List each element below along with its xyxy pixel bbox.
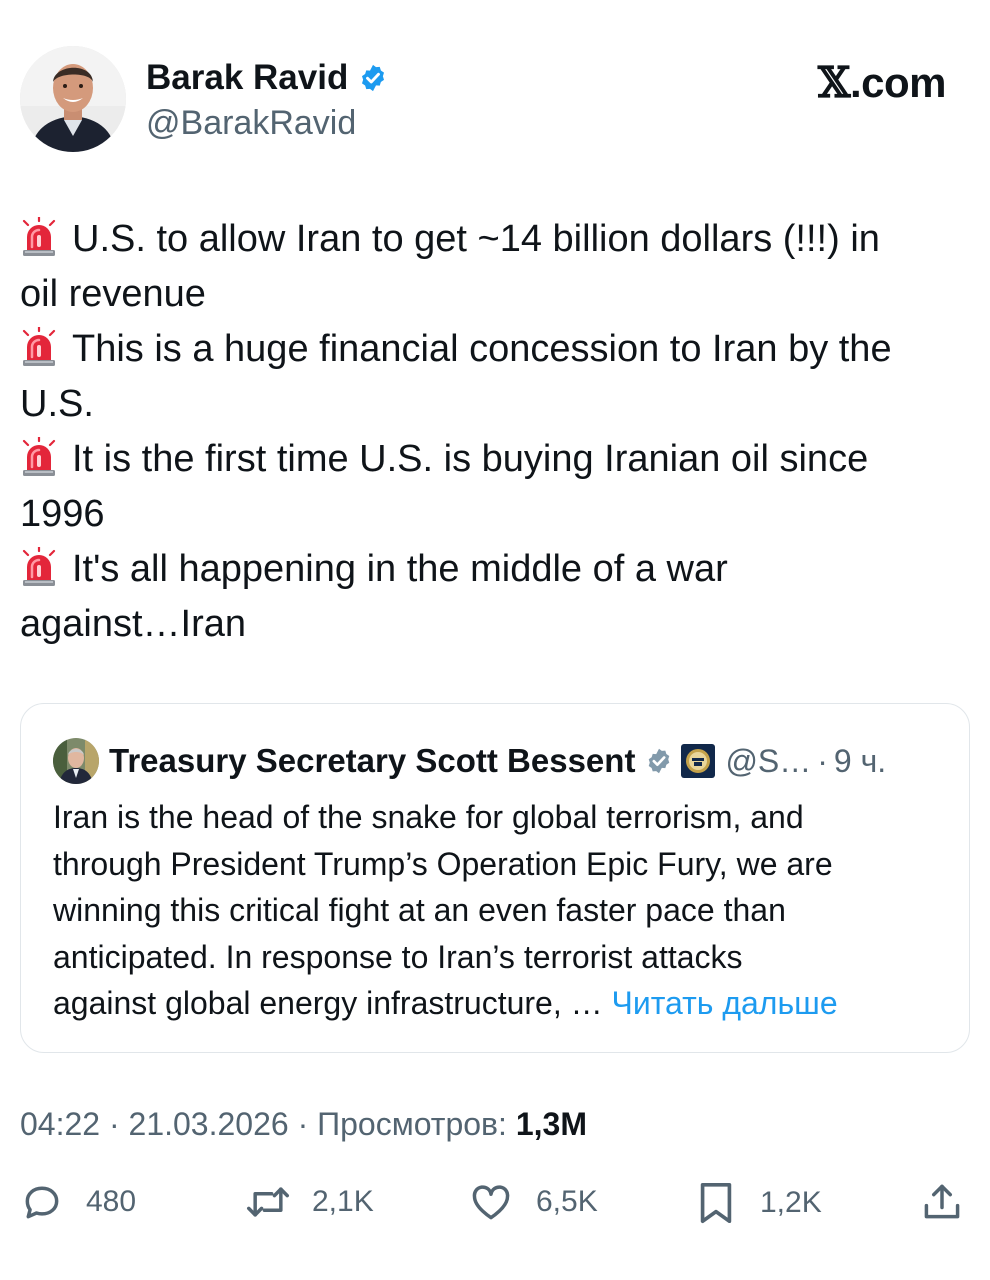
brand-domain: .com bbox=[849, 59, 947, 106]
reply-icon bbox=[25, 1186, 59, 1219]
siren-icon bbox=[20, 325, 58, 367]
treasury-seal-icon[interactable] bbox=[681, 744, 716, 778]
meta-separator: · bbox=[297, 1106, 309, 1142]
tweet-time[interactable]: 04:22 bbox=[20, 1106, 100, 1142]
tweet-line: It is the first time U.S. is buying Iran… bbox=[20, 432, 960, 487]
bookmark-button[interactable]: 1,2K bbox=[696, 1180, 822, 1226]
quoted-tweet-line-text: anticipated. In response to Iran’s terro… bbox=[53, 938, 743, 975]
quoted-tweet-line: anticipated. In response to Iran’s terro… bbox=[53, 934, 943, 981]
author-avatar[interactable] bbox=[20, 46, 126, 152]
share-icon bbox=[924, 1184, 960, 1219]
meta-separator: · bbox=[108, 1106, 120, 1142]
quoted-tweet-line: against global energy infrastructure, … … bbox=[53, 980, 943, 1027]
bookmark-icon bbox=[700, 1182, 732, 1224]
quoted-author-handle[interactable]: @S… bbox=[725, 743, 811, 780]
quoted-tweet-line-text: winning this critical fight at an even f… bbox=[53, 892, 786, 928]
tweet-line: against…Iran bbox=[20, 597, 960, 652]
heart-icon bbox=[472, 1185, 510, 1220]
author-name[interactable]: Barak Ravid bbox=[146, 58, 348, 98]
quoted-author-avatar[interactable] bbox=[53, 738, 99, 784]
retweet-icon bbox=[247, 1187, 289, 1217]
verified-badge-icon[interactable] bbox=[358, 63, 388, 93]
tweet-line: This is a huge financial concession to I… bbox=[20, 322, 960, 377]
tweet-line: U.S. to allow Iran to get ~14 billion do… bbox=[20, 212, 960, 267]
tweet-line: oil revenue bbox=[20, 267, 960, 322]
tweet-line-text: oil revenue bbox=[20, 273, 206, 315]
tweet-text: U.S. to allow Iran to get ~14 billion do… bbox=[20, 212, 960, 652]
tweet-line-text: It's all happening in the middle of a wa… bbox=[72, 548, 728, 590]
tweet-line-text: against…Iran bbox=[20, 603, 247, 645]
share-button[interactable] bbox=[920, 1180, 964, 1224]
tweet-date[interactable]: 21.03.2026 bbox=[129, 1106, 289, 1142]
quoted-tweet-text: Iran is the head of the snake for global… bbox=[53, 794, 943, 1027]
quoted-tweet-line-text: through President Trump’s Operation Epic… bbox=[53, 845, 833, 882]
siren-icon bbox=[20, 545, 58, 587]
x-logo-icon: 𝕏 bbox=[817, 58, 851, 107]
tweet-line-text: U.S. to allow Iran to get ~14 billion do… bbox=[72, 218, 880, 260]
author-name-row: Barak Ravid bbox=[146, 58, 388, 98]
tweet-action-bar: 480 2,1K 6,5K 1,2K bbox=[20, 1180, 970, 1230]
tweet-line-text: It is the first time U.S. is buying Iran… bbox=[72, 438, 869, 480]
like-count: 6,5K bbox=[536, 1185, 598, 1218]
tweet-header: Barak Ravid @BarakRavid 𝕏.com bbox=[20, 46, 970, 156]
gray-verified-badge-icon bbox=[645, 747, 673, 775]
like-button[interactable]: 6,5K bbox=[468, 1180, 598, 1224]
quoted-tweet-time[interactable]: 9 ч. bbox=[834, 743, 886, 780]
read-more-link[interactable]: Читать дальше bbox=[612, 985, 838, 1021]
retweet-button[interactable]: 2,1K bbox=[244, 1180, 374, 1224]
tweet-line-text: 1996 bbox=[20, 493, 105, 535]
quoted-tweet-line: Iran is the head of the snake for global… bbox=[53, 794, 943, 841]
views-label: Просмотров: bbox=[317, 1106, 507, 1142]
author-handle[interactable]: @BarakRavid bbox=[146, 104, 356, 143]
quoted-tweet-line: through President Trump’s Operation Epic… bbox=[53, 841, 943, 888]
quoted-tweet-card[interactable]: Treasury Secretary Scott Bessent @S… · 9 bbox=[20, 703, 970, 1053]
quoted-tweet-line: winning this critical fight at an even f… bbox=[53, 887, 943, 934]
quoted-author-name[interactable]: Treasury Secretary Scott Bessent bbox=[109, 742, 635, 780]
x-com-logo: 𝕏.com bbox=[817, 58, 947, 107]
quoted-tweet-line-text: against global energy infrastructure, … bbox=[53, 985, 603, 1021]
tweet-line: 1996 bbox=[20, 487, 960, 542]
siren-icon bbox=[20, 215, 58, 257]
tweet-line-text: This is a huge financial concession to I… bbox=[72, 328, 892, 370]
meta-separator: · bbox=[817, 742, 828, 779]
siren-icon bbox=[20, 435, 58, 477]
quoted-tweet-line-text: Iran is the head of the snake for global… bbox=[53, 799, 804, 835]
quoted-tweet-header: Treasury Secretary Scott Bessent @S… · 9 bbox=[53, 738, 886, 784]
bookmark-count: 1,2K bbox=[760, 1186, 822, 1219]
tweet-line: U.S. bbox=[20, 377, 960, 432]
tweet-line-text: U.S. bbox=[20, 383, 94, 425]
reply-button[interactable]: 480 bbox=[20, 1180, 136, 1224]
views-count: 1,3M bbox=[515, 1106, 587, 1142]
tweet-line: It's all happening in the middle of a wa… bbox=[20, 542, 960, 597]
tweet-meta: 04:22 · 21.03.2026 · Просмотров: 1,3M bbox=[20, 1106, 587, 1143]
tweet-page: Barak Ravid @BarakRavid 𝕏.com U.S. to al… bbox=[0, 0, 990, 1280]
retweet-count: 2,1K bbox=[312, 1185, 374, 1218]
reply-count: 480 bbox=[86, 1185, 137, 1218]
